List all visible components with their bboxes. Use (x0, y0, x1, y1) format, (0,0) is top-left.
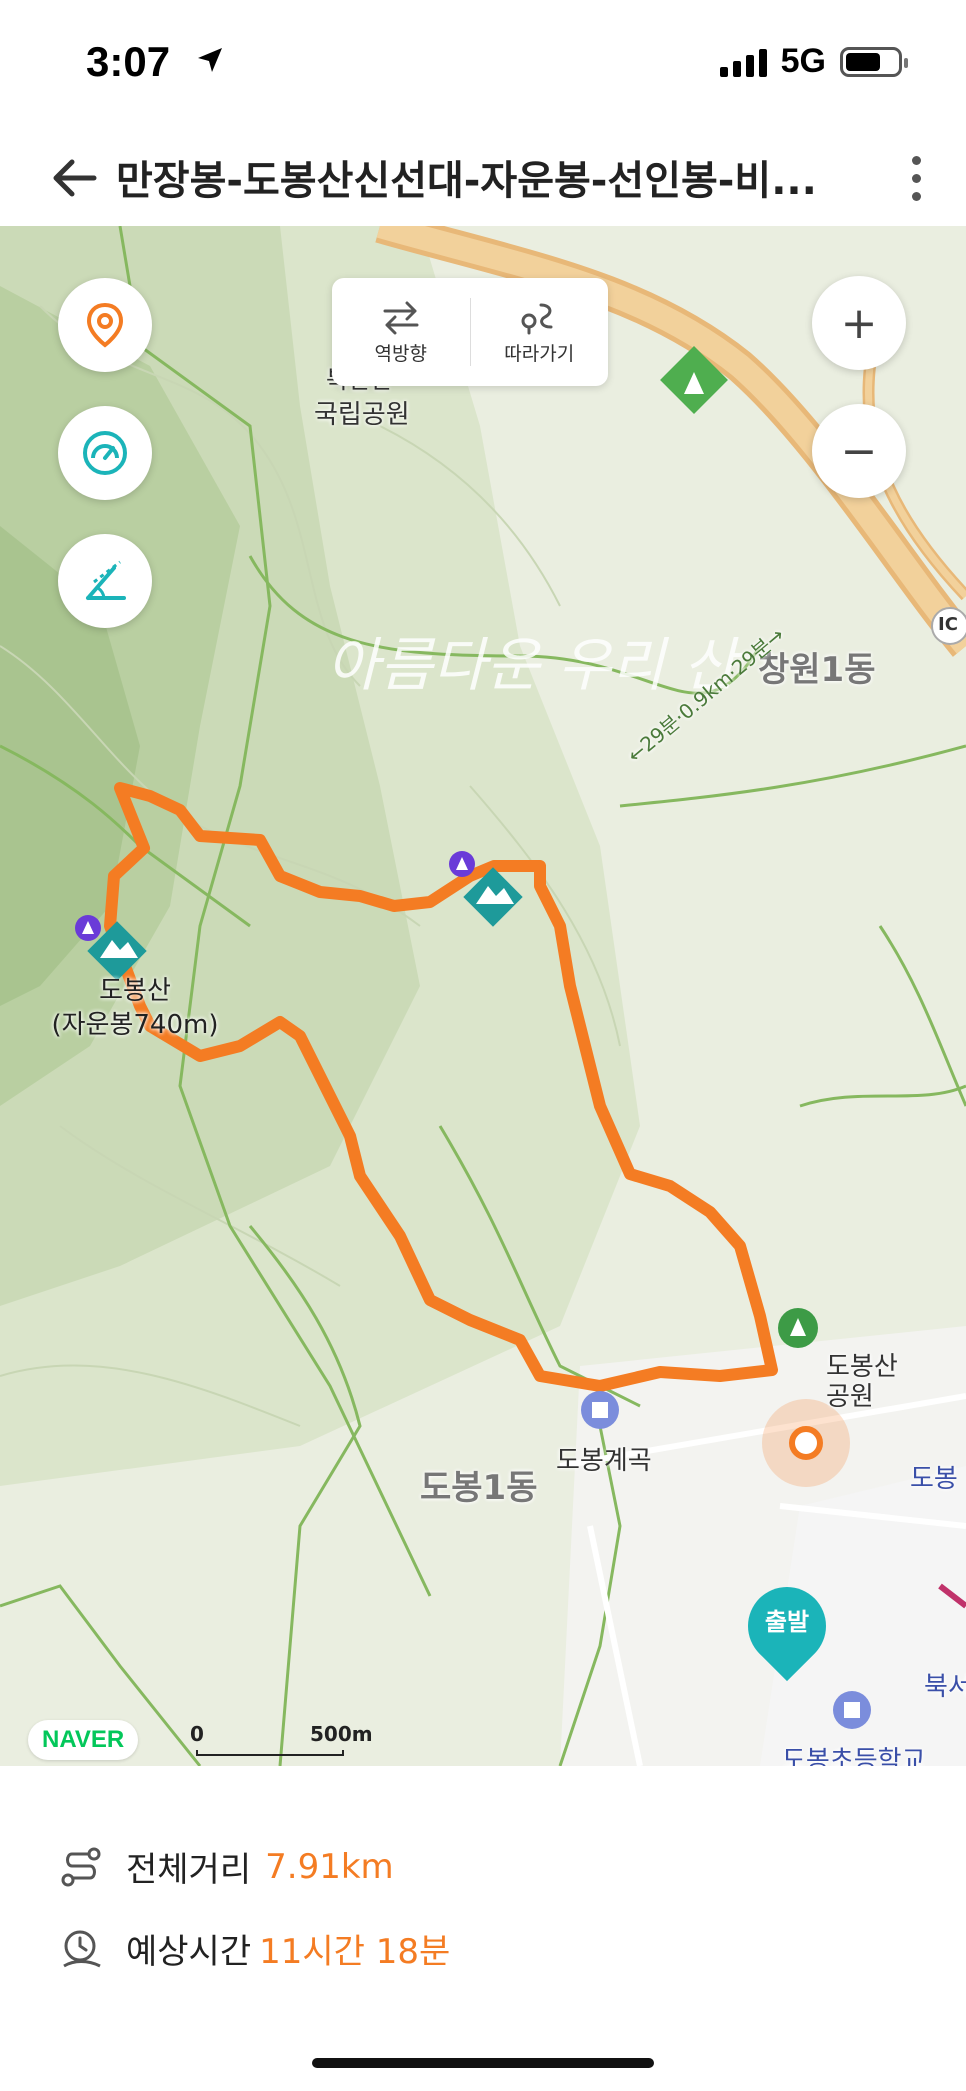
start-pin-label: 출발 (764, 1608, 810, 1636)
location-button[interactable] (58, 278, 152, 372)
distance-value: 7.91km (265, 1846, 394, 1887)
speed-button[interactable] (58, 406, 152, 500)
time-value: 11시간 18분 (259, 1932, 451, 1972)
battery-icon (840, 46, 908, 77)
status-time: 3:07 (86, 38, 171, 85)
status-indicators: 5G (719, 42, 908, 81)
status-bar: 3:07 5G (0, 0, 966, 130)
distance-row: 전체거리 7.91km (58, 1842, 394, 1891)
time-row: 예상시간 11시간 18분 (58, 1924, 450, 1973)
slope-angle-icon (86, 560, 126, 600)
home-indicator[interactable] (312, 2058, 654, 2068)
follow-route-icon (521, 303, 553, 334)
top-app-bar: 만장봉-도봉산신선대-자운봉-선인봉-비... (0, 130, 966, 226)
park-name-label: 국립공원 (314, 400, 410, 430)
slope-button[interactable] (58, 534, 152, 628)
follow-button[interactable]: 따라가기 (471, 278, 609, 386)
page-title: 만장봉-도봉산신선대-자운봉-선인봉-비... (116, 158, 817, 204)
valley-label: 도봉계곡 (556, 1446, 652, 1476)
time-label: 예상시간 (126, 1932, 252, 1972)
reverse-direction-button[interactable]: 역방향 (332, 278, 470, 386)
estimated-time-icon (63, 1930, 101, 1967)
follow-label: 따라가기 (504, 342, 575, 365)
swap-arrows-icon (383, 301, 419, 334)
distance-label: 전체거리 (126, 1850, 252, 1890)
location-arrow-icon (198, 48, 222, 72)
station-name: 도봉산 (826, 1352, 898, 1382)
location-pin-icon (86, 302, 124, 348)
zoom-out-button[interactable]: − (812, 404, 906, 498)
zoom-in-button[interactable]: + (812, 276, 906, 370)
map-view[interactable]: 북한산 국립공원 창원1동 아름다운 우리 산 ←29분·0.9km·29분→ … (0, 226, 966, 1766)
back-arrow-icon (53, 159, 97, 197)
minus-icon: − (840, 425, 878, 477)
station-sub: 공원 (826, 1382, 874, 1412)
district-label-1: 도봉1동 (420, 1468, 538, 1508)
more-options-button[interactable] (896, 146, 936, 210)
reverse-label: 역방향 (374, 342, 427, 365)
network-type: 5G (780, 42, 826, 80)
scale-max: 500m (310, 1722, 373, 1746)
route-toggle-panel: 역방향 따라가기 (332, 278, 608, 386)
interchange-label: IC (938, 614, 958, 635)
station-label: 도봉산 공원 (826, 1352, 898, 1412)
summit-height: (자운봉740m) (51, 1010, 219, 1040)
signal-icon (719, 47, 767, 77)
route-distance-icon (61, 1847, 101, 1886)
summit-name-label: 도봉산 (자운봉740m) (50, 974, 220, 1042)
route-info-sheet: 전체거리 7.91km 예상시간 11시간 18분 (0, 1766, 966, 2091)
speedometer-icon (83, 431, 127, 475)
watermark-label: 아름다운 우리 산 (326, 631, 737, 699)
scale-zero: 0 (190, 1722, 204, 1746)
map-scale-bar: 0 500m (190, 1722, 373, 1758)
summit-name: 도봉산 (99, 976, 171, 1006)
north-label: 북서 (924, 1672, 966, 1702)
east-district-label: 도봉 (910, 1464, 958, 1494)
plus-icon: + (840, 297, 878, 349)
school-label: 도봉초등학교 (782, 1746, 926, 1766)
naver-logo: NAVER (28, 1720, 139, 1760)
back-button[interactable] (46, 150, 102, 206)
